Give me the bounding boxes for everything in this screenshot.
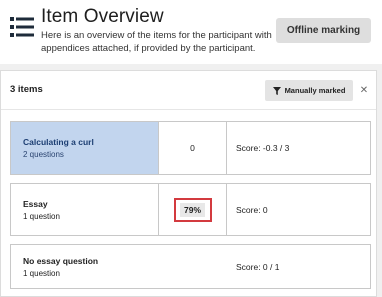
- item-subtitle: 1 question: [23, 268, 60, 278]
- item-count-cell: 79%: [159, 184, 227, 235]
- item-row-essay[interactable]: Essay 1 question 79% Score: 0: [10, 183, 371, 236]
- items-panel: 3 items Manually marked ✕ Calculating a …: [0, 70, 377, 297]
- item-title[interactable]: Essay: [23, 199, 48, 209]
- item-row-no-essay-question[interactable]: No essay question 1 question Score: 0 / …: [10, 244, 371, 289]
- item-row-calculating-a-curl[interactable]: Calculating a curl 2 questions 0 Score: …: [10, 121, 371, 175]
- item-score-cell: Score: 0: [227, 184, 370, 235]
- item-score-cell: Score: 0 / 1: [227, 245, 370, 288]
- percentage-badge: 79%: [173, 197, 212, 222]
- item-score: Score: 0 / 1: [236, 261, 280, 272]
- item-count-cell: [159, 245, 227, 288]
- close-icon: ✕: [359, 85, 369, 96]
- list-icon: [10, 17, 34, 37]
- item-subtitle: 1 question: [23, 211, 60, 221]
- item-name-cell: Essay 1 question: [11, 184, 159, 235]
- clear-filter-button[interactable]: ✕: [356, 80, 372, 101]
- percentage-value: 79%: [179, 202, 205, 217]
- item-score-cell: Score: -0.3 / 3: [227, 122, 370, 174]
- item-count-cell: 0: [159, 122, 227, 174]
- items-count: 3 items: [10, 84, 43, 95]
- divider: [1, 109, 376, 110]
- page-description: Here is an overview of the items for the…: [41, 30, 272, 54]
- item-title[interactable]: No essay question: [23, 256, 98, 266]
- offline-marking-button[interactable]: Offline marking: [276, 18, 371, 43]
- item-score: Score: 0: [236, 204, 268, 215]
- item-count: 0: [190, 143, 195, 153]
- item-title[interactable]: Calculating a curl: [23, 137, 94, 147]
- item-name-cell: No essay question 1 question: [11, 245, 159, 288]
- item-name-cell: Calculating a curl 2 questions: [11, 122, 159, 174]
- item-score: Score: -0.3 / 3: [236, 143, 290, 153]
- page-title: Item Overview: [41, 6, 164, 27]
- page-header: Item Overview Here is an overview of the…: [0, 0, 382, 64]
- item-subtitle: 2 questions: [23, 150, 64, 159]
- filter-label: Manually marked: [284, 86, 346, 95]
- filter-icon: [272, 86, 281, 95]
- manually-marked-filter-button[interactable]: Manually marked: [265, 80, 353, 101]
